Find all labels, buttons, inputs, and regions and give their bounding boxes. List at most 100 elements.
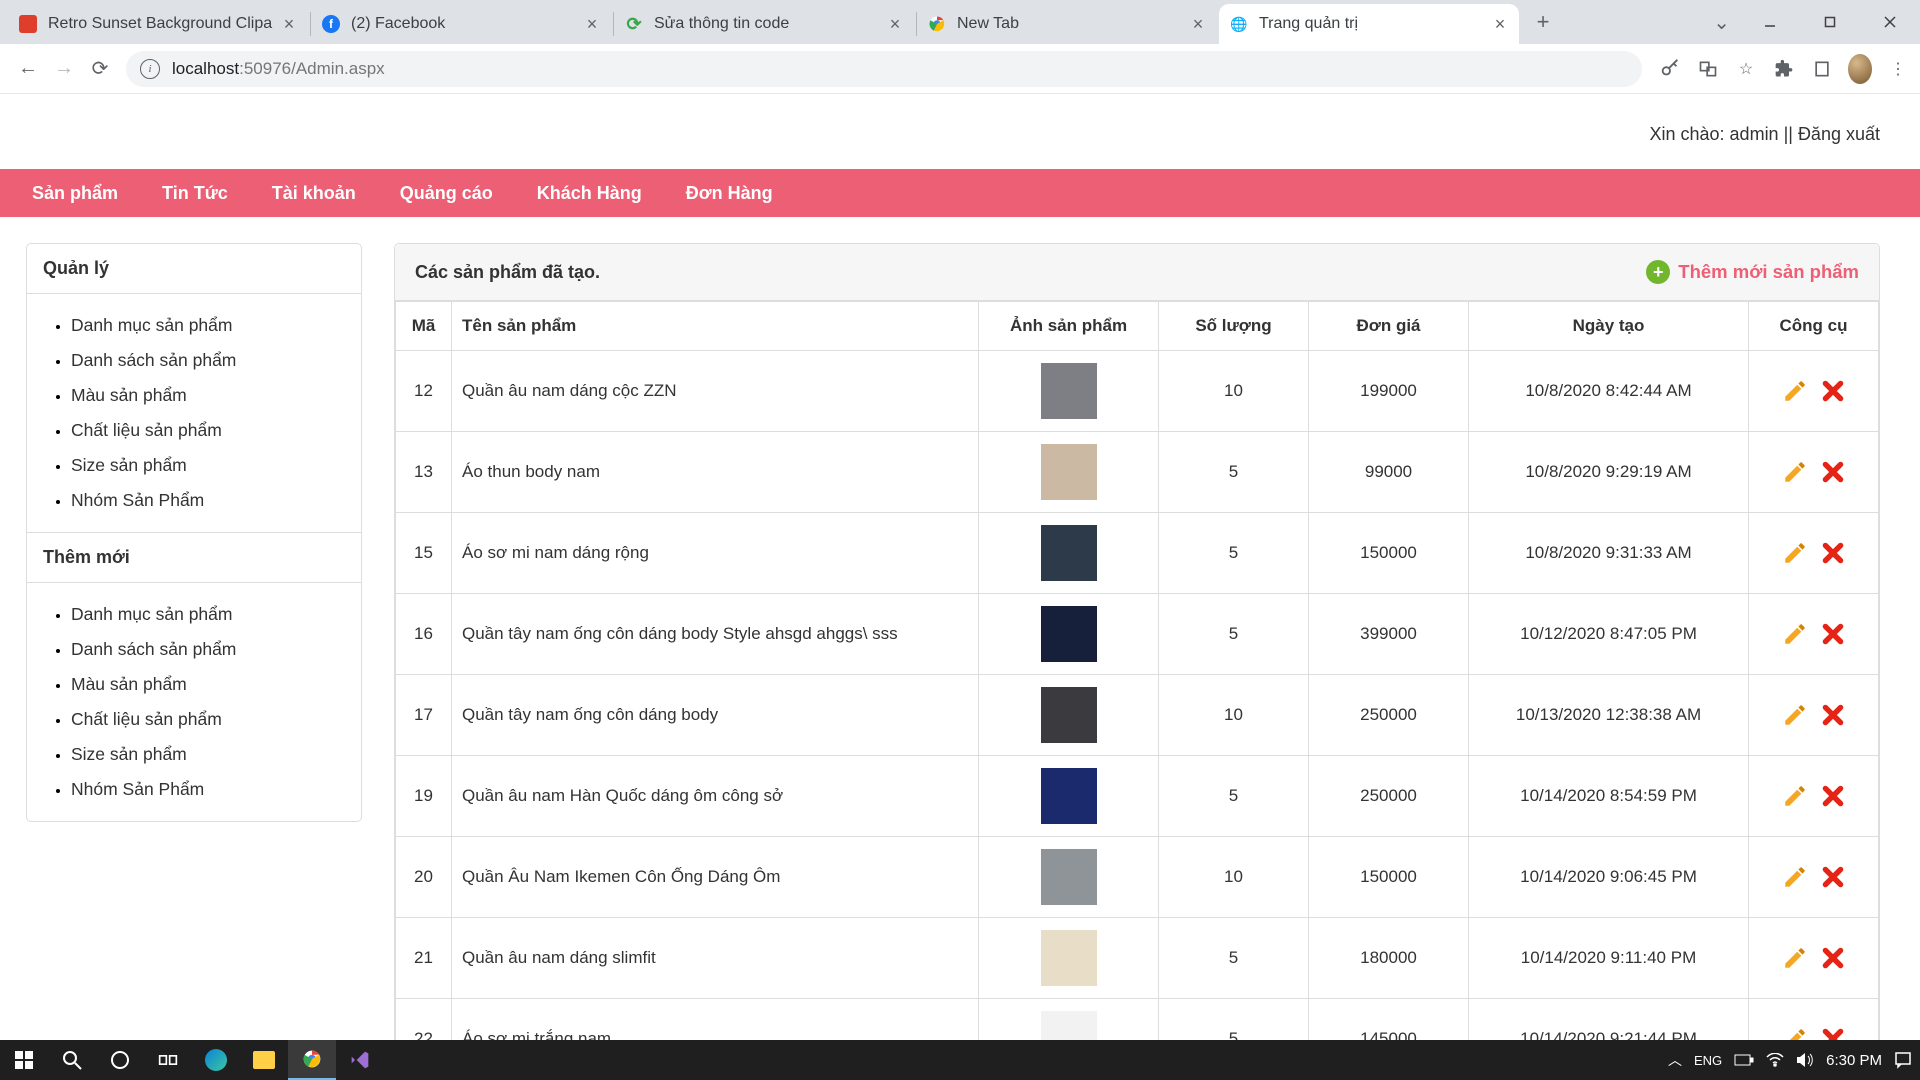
start-button[interactable] xyxy=(0,1040,48,1080)
nav-item[interactable]: Tin Tức xyxy=(162,183,228,204)
cell-date: 10/14/2020 9:06:45 PM xyxy=(1469,837,1749,918)
cortana-circle-icon[interactable] xyxy=(96,1040,144,1080)
nav-item[interactable]: Đơn Hàng xyxy=(686,183,773,204)
cell-id: 15 xyxy=(396,513,452,594)
taskbar-search-icon[interactable] xyxy=(48,1040,96,1080)
taskbar-app-vs[interactable] xyxy=(336,1040,384,1080)
cell-price: 145000 xyxy=(1309,999,1469,1041)
delete-x-icon[interactable] xyxy=(1820,459,1846,485)
edit-pencil-icon[interactable] xyxy=(1782,702,1808,728)
taskbar-clock[interactable]: 6:30 PM xyxy=(1826,1052,1882,1069)
sidebar-add-link[interactable]: Danh mục sản phẩm xyxy=(71,604,232,624)
sidebar-add-link[interactable]: Chất liệu sản phẩm xyxy=(71,709,222,729)
tray-wifi-icon[interactable] xyxy=(1766,1053,1784,1067)
cell-price: 399000 xyxy=(1309,594,1469,675)
logout-link[interactable]: Đăng xuất xyxy=(1798,124,1880,144)
tray-ime-icon[interactable]: ENG xyxy=(1694,1053,1722,1068)
nav-forward-button[interactable]: → xyxy=(46,51,82,87)
delete-x-icon[interactable] xyxy=(1820,864,1846,890)
tray-chevron-up-icon[interactable]: ︿ xyxy=(1668,1050,1682,1070)
tabs-chevron-icon[interactable]: ⌄ xyxy=(1713,10,1730,35)
delete-x-icon[interactable] xyxy=(1820,621,1846,647)
cell-name: Quần âu nam dáng cộc ZZN xyxy=(452,351,979,432)
nav-item[interactable]: Quảng cáo xyxy=(400,183,493,204)
add-product-button[interactable]: + Thêm mới sản phẩm xyxy=(1646,260,1859,284)
edit-pencil-icon[interactable] xyxy=(1782,540,1808,566)
table-row: 19Quần âu nam Hàn Quốc dáng ôm công sở52… xyxy=(396,756,1879,837)
password-key-icon[interactable] xyxy=(1658,57,1682,81)
sidebar-add-link[interactable]: Màu sản phẩm xyxy=(71,674,187,694)
product-thumb xyxy=(1041,363,1097,419)
tab-favicon xyxy=(18,14,38,34)
windows-taskbar: ︿ ENG 6:30 PM xyxy=(0,1040,1920,1080)
window-maximize-button[interactable] xyxy=(1800,0,1860,44)
browser-tab[interactable]: New Tab× xyxy=(917,4,1217,44)
tab-close-icon[interactable]: × xyxy=(583,15,601,33)
reading-list-icon[interactable] xyxy=(1810,57,1834,81)
tray-battery-icon[interactable] xyxy=(1734,1054,1754,1066)
sidebar-manage-link[interactable]: Nhóm Sản Phẩm xyxy=(71,490,204,510)
tab-favicon: 🌐 xyxy=(1229,14,1249,34)
sidebar-manage-link[interactable]: Màu sản phẩm xyxy=(71,385,187,405)
header-userinfo: Xin chào: admin || Đăng xuất xyxy=(0,94,1920,169)
nav-reload-button[interactable]: ⟳ xyxy=(82,51,118,87)
bookmark-star-icon[interactable]: ☆ xyxy=(1734,57,1758,81)
edit-pencil-icon[interactable] xyxy=(1782,864,1808,890)
browser-tab[interactable]: Retro Sunset Background Clipa× xyxy=(8,4,308,44)
col-image: Ảnh sản phẩm xyxy=(979,302,1159,351)
edit-pencil-icon[interactable] xyxy=(1782,621,1808,647)
sidebar-manage-link[interactable]: Danh sách sản phẩm xyxy=(71,350,236,370)
sidebar-add-link[interactable]: Danh sách sản phẩm xyxy=(71,639,236,659)
sidebar-manage-link[interactable]: Size sản phẩm xyxy=(71,455,187,475)
tab-close-icon[interactable]: × xyxy=(1189,15,1207,33)
browser-tab[interactable]: f(2) Facebook× xyxy=(311,4,611,44)
nav-item[interactable]: Sản phẩm xyxy=(32,183,118,204)
taskbar-app-explorer[interactable] xyxy=(240,1040,288,1080)
product-thumb xyxy=(1041,768,1097,824)
edit-pencil-icon[interactable] xyxy=(1782,945,1808,971)
tab-close-icon[interactable]: × xyxy=(886,15,904,33)
edit-pencil-icon[interactable] xyxy=(1782,459,1808,485)
nav-back-button[interactable]: ← xyxy=(10,51,46,87)
edit-pencil-icon[interactable] xyxy=(1782,783,1808,809)
product-thumb xyxy=(1041,525,1097,581)
sidebar: Quản lý Danh mục sản phẩmDanh sách sản p… xyxy=(26,243,362,1040)
cell-price: 250000 xyxy=(1309,756,1469,837)
address-bar[interactable]: i localhost:50976/Admin.aspx xyxy=(126,51,1642,87)
page-viewport: Xin chào: admin || Đăng xuất Sản phẩm Tin… xyxy=(0,94,1920,1040)
nav-item[interactable]: Khách Hàng xyxy=(537,183,642,204)
site-info-icon[interactable]: i xyxy=(140,59,160,79)
profile-avatar[interactable] xyxy=(1848,57,1872,81)
window-minimize-button[interactable] xyxy=(1740,0,1800,44)
delete-x-icon[interactable] xyxy=(1820,783,1846,809)
sidebar-item: Danh sách sản phẩm xyxy=(71,632,345,667)
edit-pencil-icon[interactable] xyxy=(1782,1026,1808,1040)
delete-x-icon[interactable] xyxy=(1820,702,1846,728)
sidebar-add-link[interactable]: Nhóm Sản Phẩm xyxy=(71,779,204,799)
delete-x-icon[interactable] xyxy=(1820,540,1846,566)
extensions-puzzle-icon[interactable] xyxy=(1772,57,1796,81)
table-row: 16Quần tây nam ống côn dáng body Style a… xyxy=(396,594,1879,675)
edit-pencil-icon[interactable] xyxy=(1782,378,1808,404)
delete-x-icon[interactable] xyxy=(1820,378,1846,404)
chrome-menu-icon[interactable]: ⋮ xyxy=(1886,57,1910,81)
taskbar-app-chrome[interactable] xyxy=(288,1040,336,1080)
translate-icon[interactable] xyxy=(1696,57,1720,81)
delete-x-icon[interactable] xyxy=(1820,1026,1846,1040)
nav-item[interactable]: Tài khoản xyxy=(272,183,356,204)
action-center-icon[interactable] xyxy=(1894,1051,1912,1069)
delete-x-icon[interactable] xyxy=(1820,945,1846,971)
tab-close-icon[interactable]: × xyxy=(1491,15,1509,33)
window-close-button[interactable] xyxy=(1860,0,1920,44)
sidebar-manage-link[interactable]: Danh mục sản phẩm xyxy=(71,315,232,335)
new-tab-button[interactable]: + xyxy=(1527,6,1559,38)
browser-tab[interactable]: 🌐Trang quản trị× xyxy=(1219,4,1519,44)
browser-tab[interactable]: ⟳Sửa thông tin code× xyxy=(614,4,914,44)
tab-close-icon[interactable]: × xyxy=(280,15,298,33)
task-view-icon[interactable] xyxy=(144,1040,192,1080)
sidebar-add-link[interactable]: Size sản phẩm xyxy=(71,744,187,764)
sidebar-manage-link[interactable]: Chất liệu sản phẩm xyxy=(71,420,222,440)
taskbar-app-edge[interactable] xyxy=(192,1040,240,1080)
cell-id: 20 xyxy=(396,837,452,918)
tray-volume-icon[interactable] xyxy=(1796,1052,1814,1068)
